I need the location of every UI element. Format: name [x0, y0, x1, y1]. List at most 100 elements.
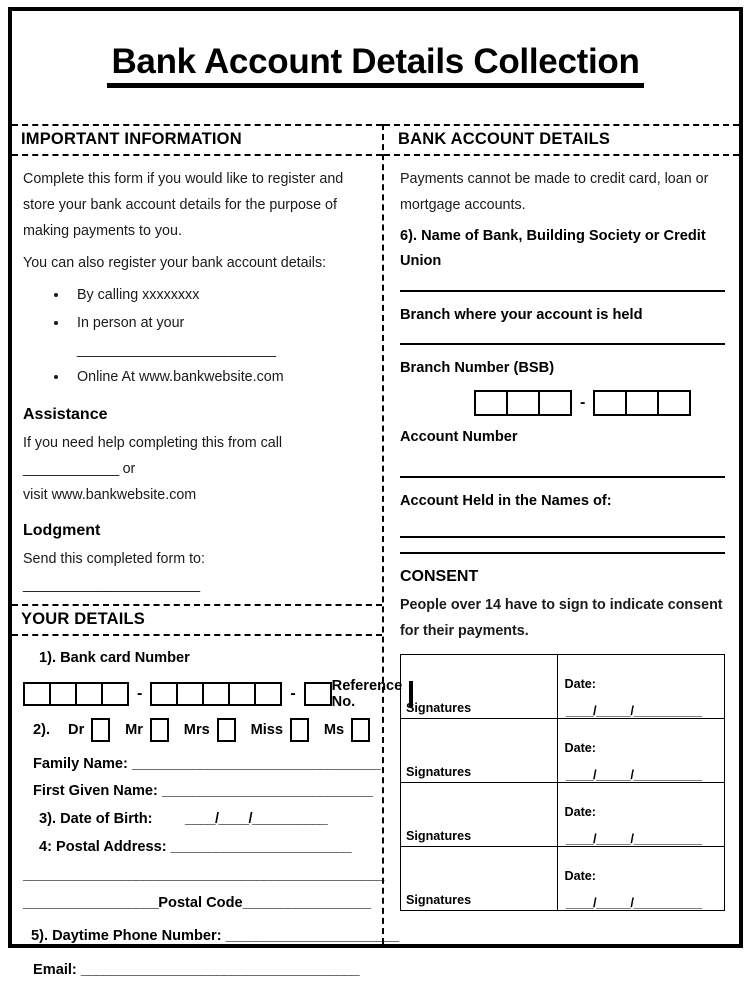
email-input[interactable]: _____________________________________ [81, 962, 360, 978]
bsb-digit-box[interactable] [593, 390, 628, 417]
register-options-list: By calling xxxxxxxx In person at your __… [23, 282, 370, 392]
card-digit-box[interactable] [23, 681, 51, 706]
left-column: IMPORTANT INFORMATION Complete this form… [12, 124, 414, 978]
daytime-phone-row: 5). Daytime Phone Number: ______________… [23, 924, 399, 949]
bullet-text-in-person: In person at your [77, 314, 185, 331]
card-digit-box[interactable] [49, 681, 77, 706]
important-information-body: Complete this form if you would like to … [12, 156, 382, 604]
bsb-group-2[interactable] [593, 390, 692, 417]
date-label: Date: [564, 868, 597, 883]
lodgment-text: Send this completed form to: [23, 550, 205, 567]
title-checkbox-dr[interactable] [91, 717, 111, 742]
date-cell[interactable]: Date: ____/_____/__________ [556, 781, 726, 847]
first-given-name-label: First Given Name: [33, 783, 158, 800]
right-column: BANK ACCOUNT DETAILS Payments cannot be … [384, 124, 739, 944]
branch-location-input-line[interactable] [400, 343, 725, 346]
card-digit-box[interactable] [176, 681, 205, 706]
card-number-group-3[interactable] [303, 681, 332, 706]
card-digit-box[interactable] [303, 681, 332, 706]
title-checkbox-ms[interactable] [351, 717, 370, 742]
postal-code-input-post[interactable]: _________________ [243, 895, 371, 911]
list-item-online: Online At www.bankwebsite.com [69, 364, 370, 391]
page-title: Bank Account Details Collection [107, 42, 644, 89]
assistance-phone-blank[interactable]: _____________ [23, 461, 119, 477]
title-label-ms: Ms [323, 721, 345, 738]
postal-code-input-pre[interactable]: __________________ [23, 895, 159, 911]
date-cell[interactable]: Date: ____/_____/__________ [556, 653, 726, 719]
first-given-name-row: First Given Name: ______________________… [23, 779, 373, 804]
table-row: Signatures Date: ____/_____/__________ [400, 717, 726, 783]
title-checkbox-mr[interactable] [149, 717, 169, 742]
account-names-input-line-1[interactable] [400, 535, 725, 538]
bsb-label: Branch Number (BSB) [400, 360, 555, 377]
signatures-table: Signatures Date: ____/_____/__________ S… [400, 653, 726, 911]
bank-card-number-label: 1). Bank card Number [39, 649, 190, 666]
bsb-digit-box[interactable] [657, 390, 692, 417]
in-person-blank[interactable]: ___________________________ [77, 342, 276, 358]
form-page: Bank Account Details Collection IMPORTAN… [0, 0, 751, 978]
date-label: Date: [564, 676, 597, 691]
date-input[interactable]: ____/_____/__________ [558, 755, 724, 782]
postal-address-input-2[interactable]: ________________________________________… [23, 867, 384, 883]
table-row: Signatures Date: ____/_____/__________ [400, 653, 726, 719]
postal-address-input-1[interactable]: ________________________ [171, 839, 352, 855]
bsb-digit-box[interactable] [625, 390, 660, 417]
title-label-miss: Miss [250, 721, 284, 738]
signature-cell[interactable]: Signatures [400, 781, 558, 847]
card-separator-1: - [137, 684, 143, 702]
card-digit-box[interactable] [228, 681, 257, 706]
card-number-group-2[interactable] [150, 681, 283, 706]
bank-name-input-line[interactable] [400, 289, 725, 292]
assistance-website-text: visit www.bankwebsite.com [23, 486, 197, 503]
consent-heading: CONSENT [400, 567, 479, 585]
card-number-group-1[interactable] [23, 681, 129, 706]
date-input[interactable]: ____/_____/__________ [558, 691, 724, 718]
signature-cell[interactable]: Signatures [400, 653, 558, 719]
form-frame: Bank Account Details Collection IMPORTAN… [8, 7, 743, 978]
family-name-input[interactable]: _________________________________ [132, 756, 381, 772]
family-name-row: Family Name: ___________________________… [23, 752, 381, 777]
account-number-input-line[interactable] [400, 476, 725, 479]
lodgment-paragraph: Send this completed form to: ___________… [23, 546, 370, 598]
bsb-separator: - [580, 394, 586, 412]
date-input[interactable]: ____/_____/__________ [558, 819, 724, 846]
bsb-digit-box[interactable] [474, 390, 508, 417]
assistance-heading: Assistance [23, 405, 108, 423]
title-label-mr: Mr [125, 721, 143, 738]
daytime-phone-input[interactable]: _______________________ [226, 928, 399, 944]
title-checkbox-miss[interactable] [290, 717, 309, 742]
postal-address-label: 4: Postal Address: [39, 839, 167, 856]
first-given-name-input[interactable]: ____________________________ [162, 783, 373, 799]
date-of-birth-input[interactable]: ____/____/__________ [185, 811, 328, 827]
account-names-input-line-2[interactable] [400, 551, 725, 554]
signature-cell[interactable]: Signatures [400, 845, 558, 911]
postal-code-row: __________________Postal Code___________… [23, 891, 371, 916]
title-label-dr: Dr [68, 721, 85, 738]
lodgment-address-blank[interactable]: ________________________ [23, 577, 200, 593]
bank-account-details-body: Payments cannot be made to credit card, … [384, 156, 739, 644]
signature-cell[interactable]: Signatures [400, 717, 558, 783]
date-cell[interactable]: Date: ____/_____/__________ [556, 717, 726, 783]
card-digit-box[interactable] [75, 681, 103, 706]
card-digit-box[interactable] [254, 681, 283, 706]
register-lead-text: You can also register your bank account … [23, 255, 327, 272]
card-digit-box[interactable] [202, 681, 231, 706]
bank-name-label: 6). Name of Bank, Building Society or Cr… [400, 228, 706, 269]
bsb-digit-box[interactable] [506, 390, 540, 417]
intro-paragraph: Complete this form if you would like to … [23, 171, 344, 240]
your-details-body: 1). Bank card Number - - Reference No. 2… [12, 636, 414, 986]
bsb-group-1[interactable] [474, 390, 572, 417]
date-input[interactable]: ____/_____/__________ [558, 883, 724, 910]
date-cell[interactable]: Date: ____/_____/__________ [556, 845, 726, 911]
section-header-important-information: IMPORTANT INFORMATION [12, 124, 382, 156]
bsb-digit-box[interactable] [538, 390, 572, 417]
card-digit-box[interactable] [101, 681, 129, 706]
title-label-mrs: Mrs [183, 721, 210, 738]
date-label: Date: [564, 804, 597, 819]
daytime-phone-label: 5). Daytime Phone Number: [31, 928, 222, 945]
family-name-label: Family Name: [33, 755, 128, 772]
title-checkbox-mrs[interactable] [216, 717, 236, 742]
date-of-birth-label: 3). Date of Birth: [39, 811, 153, 828]
bsb-number-row: - [400, 390, 725, 417]
card-digit-box[interactable] [150, 681, 179, 706]
